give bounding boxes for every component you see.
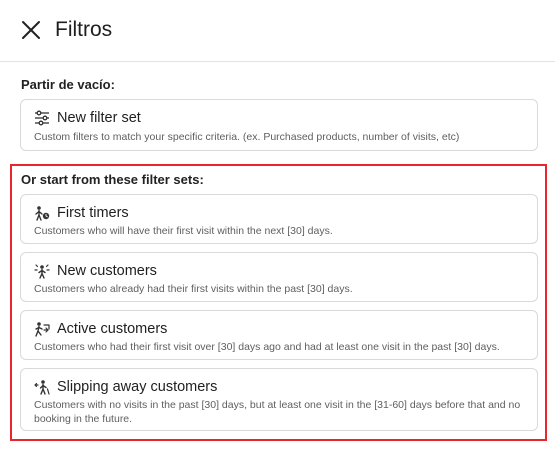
preset-filter-sets-label: Or start from these filter sets: <box>21 172 204 187</box>
sliders-icon <box>35 110 49 126</box>
new-customers-card[interactable]: New customers Customers who already had … <box>20 252 538 302</box>
first-timers-card[interactable]: First timers Customers who will have the… <box>20 194 538 244</box>
new-filter-set-card[interactable]: New filter set Custom filters to match y… <box>20 99 538 151</box>
card-description: Custom filters to match your specific cr… <box>34 131 460 143</box>
card-description: Customers who had their first visit over… <box>34 341 500 353</box>
first-timer-icon <box>35 206 50 221</box>
page-title: Filtros <box>55 18 113 41</box>
card-title: Active customers <box>57 321 168 337</box>
panel-header: Filtros <box>0 0 555 62</box>
close-icon[interactable] <box>20 19 42 41</box>
slipping-away-icon <box>34 380 50 395</box>
card-title: New filter set <box>57 110 141 126</box>
card-description: Customers who will have their first visi… <box>34 225 333 237</box>
slipping-away-customers-card[interactable]: Slipping away customers Customers with n… <box>20 368 538 431</box>
card-title: Slipping away customers <box>57 379 218 395</box>
start-empty-label: Partir de vacío: <box>21 77 115 92</box>
new-customer-icon <box>34 264 50 279</box>
card-title: First timers <box>57 205 129 221</box>
card-header: First timers <box>34 203 129 223</box>
card-header: Active customers <box>34 319 167 339</box>
card-header: New filter set <box>34 108 141 128</box>
active-customer-icon <box>35 322 50 337</box>
card-description: Customers with no visits in the past [30… <box>34 399 521 425</box>
filters-panel: Filtros Partir de vacío: New filter set … <box>0 0 555 457</box>
card-header: New customers <box>34 261 157 281</box>
card-title: New customers <box>57 263 157 279</box>
card-description: Customers who already had their first vi… <box>34 283 353 295</box>
active-customers-card[interactable]: Active customers Customers who had their… <box>20 310 538 360</box>
card-header: Slipping away customers <box>34 377 217 397</box>
